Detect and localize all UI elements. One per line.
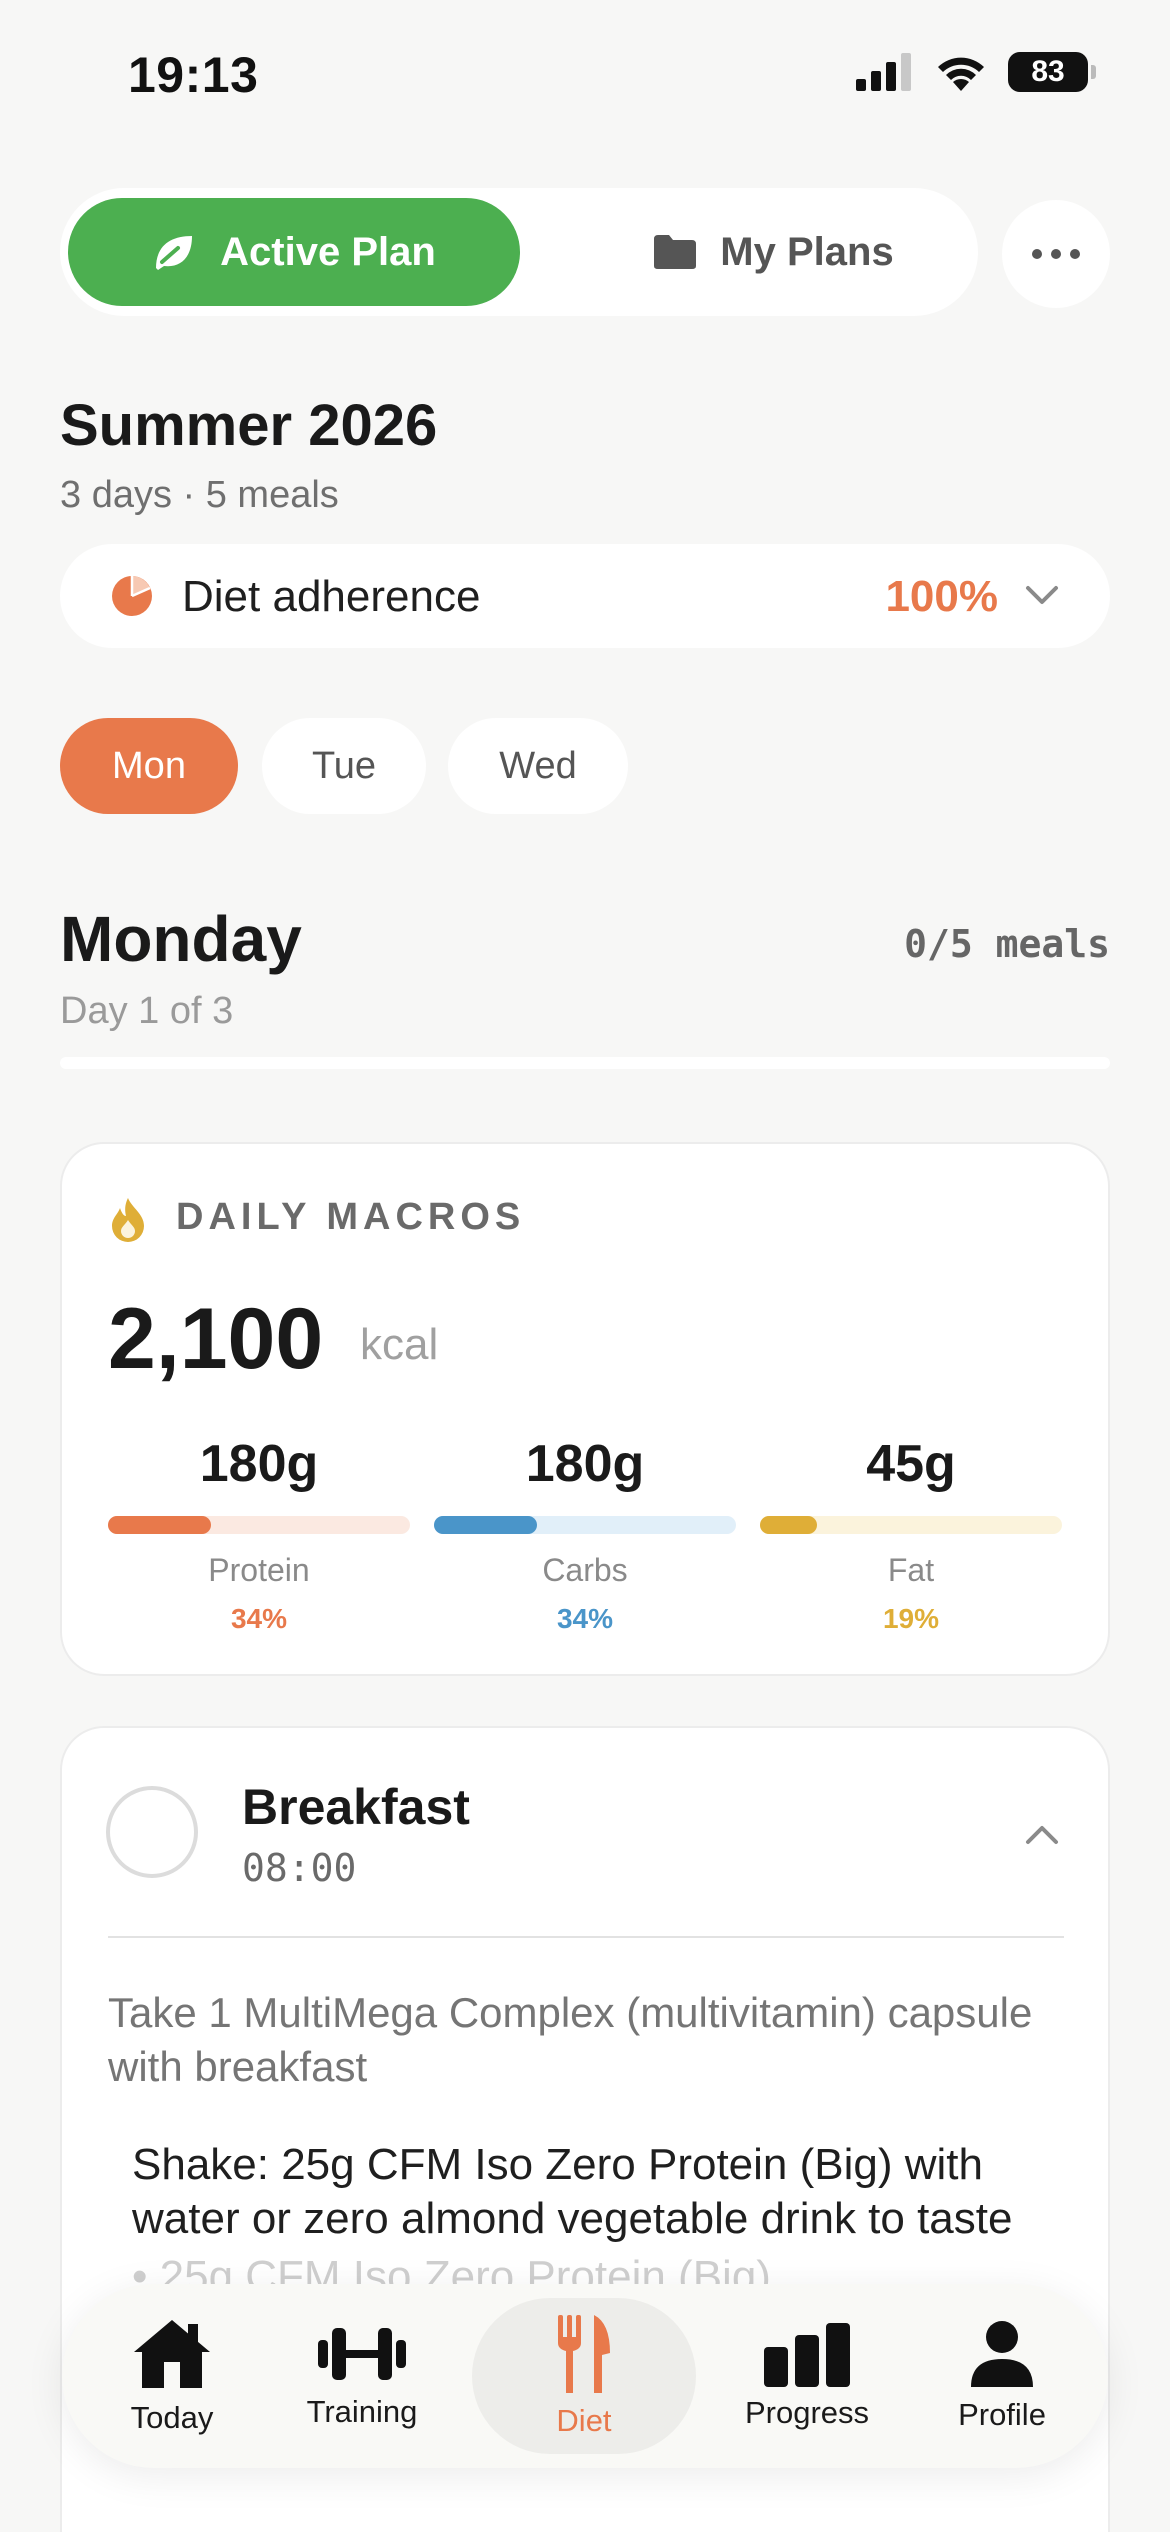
leaf-icon	[156, 236, 193, 270]
day-title: Monday	[60, 903, 302, 975]
macro-name: Carbs	[542, 1552, 628, 1588]
adherence-label: Diet adherence	[182, 572, 481, 621]
tab-label: Profile	[958, 2397, 1046, 2432]
fork-knife-icon	[558, 2315, 610, 2393]
macro-percent: 34%	[230, 1603, 288, 1634]
day-pill-mon[interactable]: Mon	[60, 718, 238, 814]
macro-grams: 45g	[866, 1435, 956, 1493]
meal-note: Take 1 MultiMega Complex (multivitamin) …	[108, 1989, 1033, 2090]
macros-title: DAILY MACROS	[176, 1196, 526, 1238]
meal-item: Shake: 25g CFM Iso Zero Protein (Big) wi…	[132, 2140, 1013, 2243]
macro-fat: 45g Fat 19%	[760, 1434, 1062, 1635]
flame-icon	[112, 1198, 144, 1242]
macro-track	[108, 1516, 410, 1534]
dumbbell-icon	[318, 2328, 406, 2380]
diet-adherence-row[interactable]: Diet adherence 100%	[60, 544, 1110, 648]
macro-protein: 180g Protein 34%	[108, 1434, 410, 1635]
plan-subtitle: 3 days · 5 meals	[60, 474, 339, 516]
tab-label: Diet	[556, 2403, 612, 2438]
macro-grams: 180g	[525, 1435, 645, 1493]
macro-name: Fat	[887, 1552, 935, 1588]
tab-label: Training	[306, 2394, 418, 2429]
day-progress-bar	[60, 1057, 1110, 1069]
divider	[108, 1936, 1064, 1938]
kcal-unit: kcal	[360, 1320, 439, 1369]
day-subtitle: Day 1 of 3	[60, 990, 234, 1032]
more-options-button[interactable]	[1002, 200, 1110, 308]
bottom-tab-bar: Today Training Diet Progress Profile	[62, 2284, 1108, 2468]
chevron-down-icon	[1026, 586, 1058, 604]
macro-grams: 180g	[199, 1435, 319, 1493]
macro-fill	[434, 1516, 537, 1534]
tab-training[interactable]: Training	[272, 2284, 452, 2468]
macro-name: Protein	[208, 1552, 310, 1588]
tab-diet[interactable]: Diet	[472, 2298, 696, 2454]
macro-fill	[108, 1516, 211, 1534]
status-bar: 19:13 83	[0, 0, 1170, 150]
signal-icon	[856, 53, 911, 91]
status-icons: 83	[856, 52, 1096, 92]
tab-my-plans-label: My Plans	[720, 229, 894, 274]
tab-active-plan[interactable]: Active Plan	[68, 198, 520, 306]
person-icon	[971, 2321, 1033, 2387]
meals-count: 0/5 meals	[904, 922, 1110, 966]
plan-title: Summer 2026	[60, 393, 438, 458]
status-time: 19:13	[128, 47, 259, 103]
tab-profile[interactable]: Profile	[912, 2284, 1092, 2468]
folder-icon	[654, 235, 697, 269]
plan-segmented-control: Active Plan My Plans	[60, 188, 978, 316]
macro-percent: 19%	[882, 1603, 940, 1634]
more-icon	[1032, 249, 1042, 259]
tab-my-plans[interactable]: My Plans	[608, 198, 938, 306]
meal-time: 08:00	[242, 1846, 357, 1890]
meal-complete-checkbox[interactable]	[106, 1786, 198, 1878]
macro-fill	[760, 1516, 818, 1534]
pie-chart-icon	[112, 576, 152, 616]
daily-macros-card: DAILY MACROS 2,100 kcal 180g Protein 34%…	[60, 1142, 1110, 1676]
macro-track	[760, 1516, 1062, 1534]
meal-name: Breakfast	[242, 1779, 470, 1835]
tab-label: Progress	[744, 2395, 870, 2430]
tab-today[interactable]: Today	[82, 2284, 262, 2468]
tab-active-plan-label: Active Plan	[220, 229, 436, 274]
day-pill-tue[interactable]: Tue	[262, 718, 426, 814]
kcal-value: 2,100	[108, 1291, 324, 1387]
battery-indicator: 83	[1008, 52, 1096, 92]
macro-track	[434, 1516, 736, 1534]
adherence-value: 100%	[885, 572, 998, 621]
tab-progress[interactable]: Progress	[702, 2284, 912, 2468]
bar-chart-icon	[764, 2323, 850, 2387]
tab-label: Today	[130, 2400, 214, 2435]
chevron-up-icon[interactable]	[1024, 1820, 1060, 1846]
macro-carbs: 180g Carbs 34%	[434, 1434, 736, 1635]
macro-percent: 34%	[556, 1603, 614, 1634]
wifi-icon	[938, 57, 984, 91]
day-pill-wed[interactable]: Wed	[448, 718, 628, 814]
home-icon	[134, 2320, 210, 2388]
